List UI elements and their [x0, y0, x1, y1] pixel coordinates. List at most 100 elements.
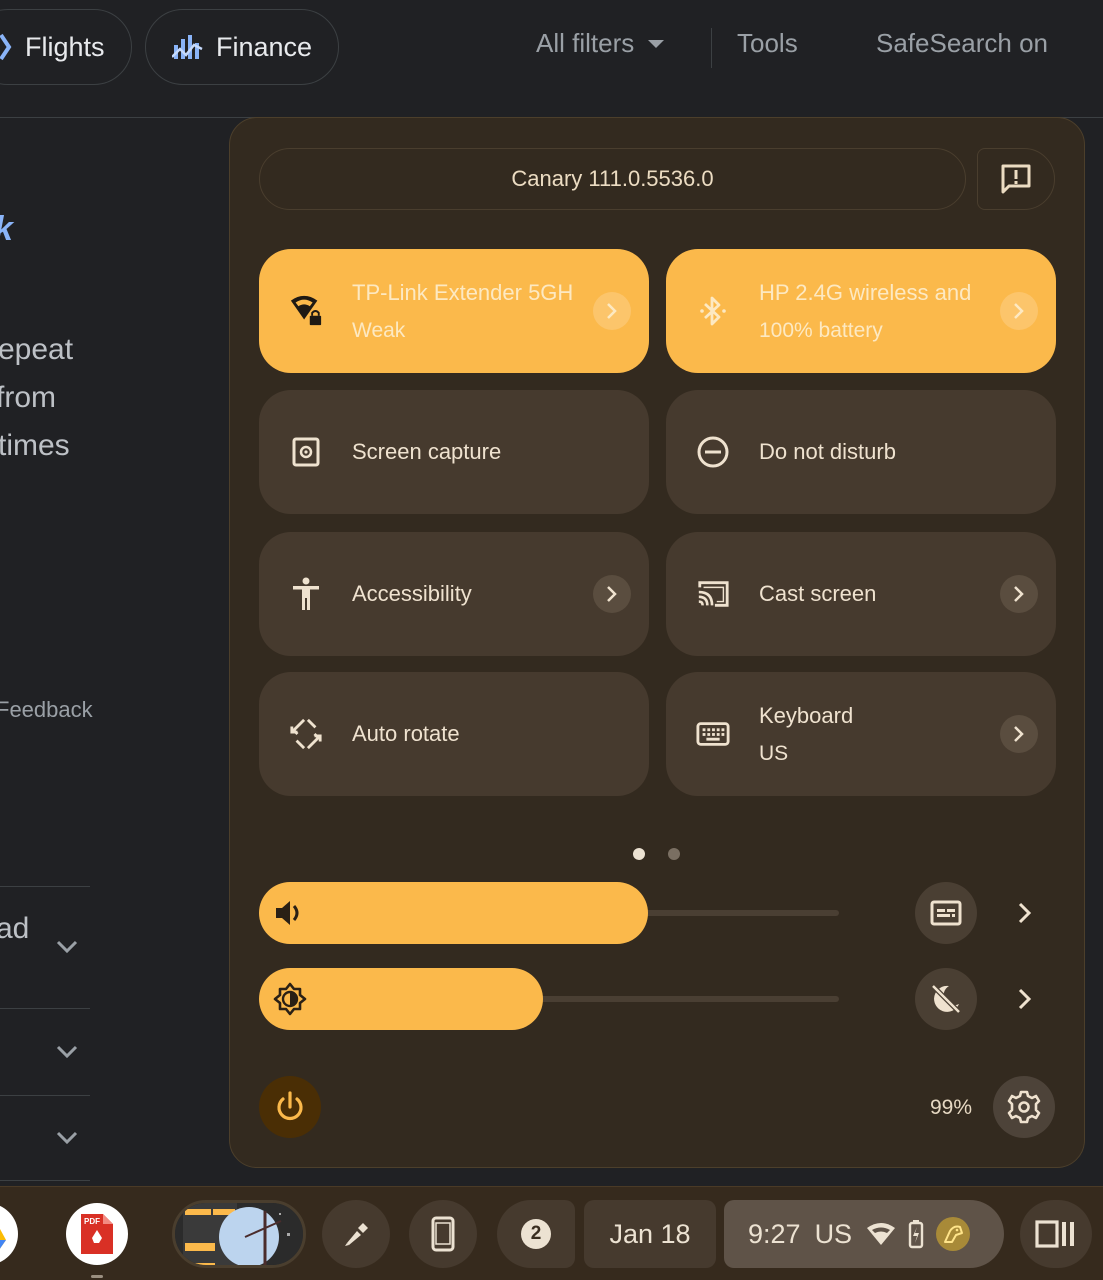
night-light-off-icon [931, 984, 961, 1014]
drive-icon [0, 1229, 6, 1249]
screen-capture-icon [289, 435, 323, 469]
accessibility-detail-button[interactable] [593, 575, 631, 613]
canary-channel-icon [936, 1217, 971, 1251]
chip-label: Finance [216, 31, 313, 62]
stylus-tools-button[interactable] [322, 1200, 390, 1268]
input-method-label: US [814, 1218, 853, 1249]
tile-accessibility[interactable]: Accessibility [259, 532, 649, 656]
finance-chart-icon [172, 35, 203, 59]
brightness-icon [273, 982, 307, 1016]
volume-icon [276, 901, 299, 925]
page-indicator-dot-active[interactable] [633, 848, 645, 860]
page-indicator-dot[interactable] [668, 848, 680, 860]
keyboard-icon [696, 717, 730, 751]
chip-finance[interactable]: Finance [145, 9, 339, 85]
overview-button[interactable] [1020, 1200, 1092, 1268]
accessibility-icon [289, 577, 323, 611]
network-detail-button[interactable] [593, 292, 631, 330]
date-label: Jan 18 [609, 1218, 691, 1249]
result-text: times [0, 429, 70, 462]
tile-screen-capture[interactable]: Screen capture [259, 390, 649, 514]
app-pdf[interactable]: PDF [66, 1203, 128, 1265]
tile-cast-screen[interactable]: Cast screen [666, 532, 1056, 656]
result-text: epeat [0, 333, 74, 366]
running-indicator [91, 1275, 103, 1278]
bluetooth-icon [696, 294, 730, 328]
tile-label: Accessibility [352, 581, 472, 606]
chevron-down-icon[interactable] [56, 1126, 78, 1148]
open-windows-preview[interactable] [172, 1200, 306, 1268]
auto-rotate-icon [289, 717, 323, 751]
power-button[interactable] [259, 1076, 321, 1138]
feedback-link[interactable]: Feedback [0, 697, 93, 723]
battery-charging-icon [908, 1219, 924, 1249]
pen-icon [345, 1223, 368, 1246]
result-link-fragment[interactable]: k [0, 210, 13, 249]
chevron-down-icon[interactable] [56, 935, 78, 957]
gear-icon [1007, 1090, 1041, 1124]
tile-label: Cast screen [759, 581, 877, 606]
tile-sublabel: 100% battery [759, 319, 883, 342]
wifi-locked-icon [289, 294, 323, 328]
quick-settings-panel: Canary 111.0.5536.0 TP-Link Extender 5GH… [229, 117, 1085, 1168]
all-filters-dropdown[interactable]: All filters [536, 28, 665, 59]
accordion-title: ad [0, 912, 30, 945]
result-text: from [0, 381, 56, 414]
cast-detail-button[interactable] [1000, 575, 1038, 613]
cast-icon [696, 577, 730, 611]
divider [0, 1008, 90, 1009]
wifi-icon [866, 1222, 896, 1246]
live-caption-icon [930, 900, 962, 926]
chevron-down-icon[interactable] [56, 1040, 78, 1062]
version-label: Canary 111.0.5536.0 [511, 166, 714, 191]
feedback-button[interactable] [977, 148, 1055, 210]
tile-do-not-disturb[interactable]: Do not disturb [666, 390, 1056, 514]
search-header: Flights Finance All filters Tools SafeSe… [0, 0, 1103, 118]
divider [0, 886, 90, 887]
chevron-right-icon [607, 586, 617, 602]
system-tray-button[interactable]: 9:27 US [724, 1200, 1004, 1268]
shelf: PDF 2 Jan 18 9:27 US [0, 1186, 1103, 1280]
divider [711, 28, 712, 68]
tile-label: HP 2.4G wireless and [759, 280, 972, 305]
chevron-right-icon [1018, 988, 1032, 1010]
power-icon [277, 1091, 303, 1121]
notifications-button[interactable]: 2 [497, 1200, 575, 1268]
version-info-button[interactable]: Canary 111.0.5536.0 [259, 148, 966, 210]
overview-icon [1035, 1220, 1074, 1248]
audio-settings-button[interactable] [1014, 902, 1036, 924]
tile-network[interactable]: TP-Link Extender 5GH Weak [259, 249, 649, 373]
app-google-drive[interactable] [0, 1203, 18, 1265]
phone-icon [431, 1216, 455, 1252]
battery-percentage: 99% [930, 1096, 973, 1119]
calendar-date-button[interactable]: Jan 18 [584, 1200, 716, 1268]
night-light-button[interactable] [915, 968, 977, 1030]
live-caption-button[interactable] [915, 882, 977, 944]
all-filters-label: All filters [536, 28, 635, 58]
chip-flights[interactable]: Flights [0, 9, 132, 85]
safesearch-button[interactable]: SafeSearch on [876, 28, 1048, 59]
chevron-right-icon [1018, 902, 1032, 924]
tile-auto-rotate[interactable]: Auto rotate [259, 672, 649, 796]
tile-bluetooth[interactable]: HP 2.4G wireless and 100% battery [666, 249, 1056, 373]
slider-fill[interactable] [259, 882, 648, 944]
keyboard-detail-button[interactable] [1000, 715, 1038, 753]
tile-keyboard[interactable]: Keyboard US [666, 672, 1056, 796]
airplane-icon [0, 33, 12, 61]
chevron-right-icon [1014, 303, 1024, 319]
settings-button[interactable] [993, 1076, 1055, 1138]
feedback-icon [1001, 164, 1031, 194]
tile-label: Keyboard [759, 703, 854, 728]
chevron-right-icon [1014, 726, 1024, 742]
do-not-disturb-icon [696, 435, 730, 469]
divider [0, 1095, 90, 1096]
display-settings-button[interactable] [1014, 988, 1036, 1010]
tile-label: TP-Link Extender 5GH [352, 280, 572, 305]
bluetooth-detail-button[interactable] [1000, 292, 1038, 330]
tools-button[interactable]: Tools [737, 28, 798, 59]
phone-hub-button[interactable] [409, 1200, 477, 1268]
clock-time: 9:27 [748, 1218, 801, 1249]
tile-sublabel: US [759, 742, 789, 765]
tile-label: Do not disturb [759, 439, 896, 464]
tile-sublabel: Weak [352, 319, 406, 342]
